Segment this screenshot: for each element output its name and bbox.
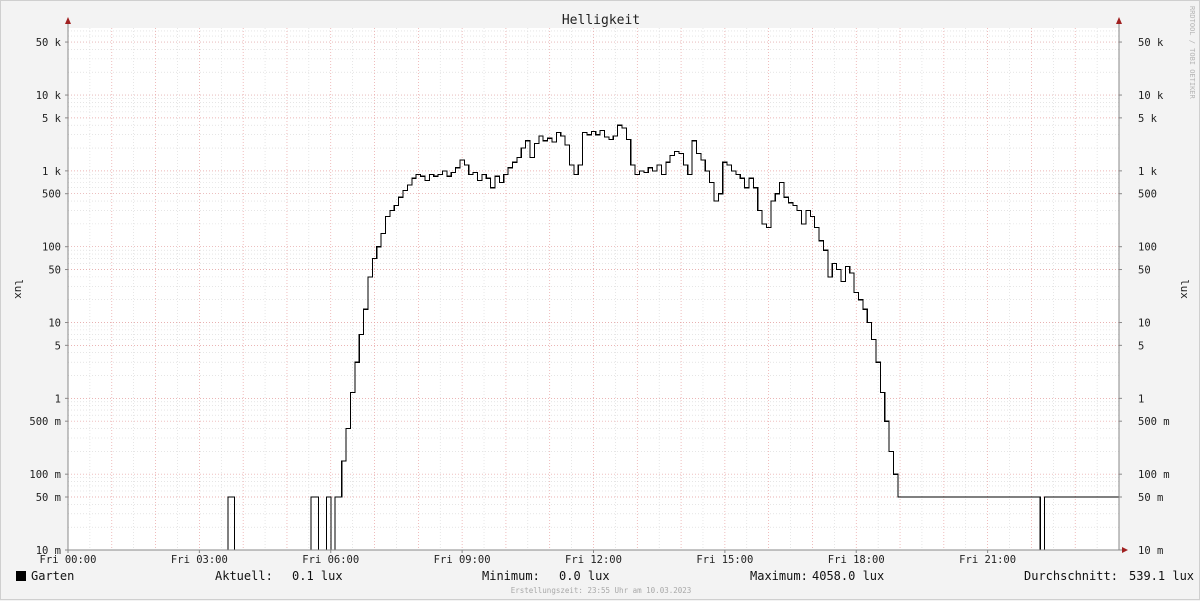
y-tick-label-left: 100 m <box>29 469 61 481</box>
chart: 50 k 50 k10 k 10 k5 k5 k1 k1 k500 500100 100… <box>12 6 1196 595</box>
x-tick-label: Fri 03:00 <box>171 554 228 566</box>
y-tick-label-right: 100 m <box>1138 469 1170 481</box>
chart-title: Helligkeit <box>562 13 640 28</box>
y-tick-label-left: 5 k <box>42 113 62 125</box>
y-tick-label-left: 1 <box>55 393 61 405</box>
y-tick-label-right: 500 m <box>1138 416 1170 428</box>
y-tick-label-right: 10 k <box>1138 90 1164 102</box>
legend-min-label: Minimum: <box>482 569 540 583</box>
y-tick-label-left: 500 m <box>29 416 61 428</box>
legend-current-label: Aktuell: <box>215 569 273 583</box>
y-tick-label-left: 5 <box>55 340 61 352</box>
x-tick-label: Fri 18:00 <box>828 554 885 566</box>
y-tick-label-left: 100 <box>42 242 61 254</box>
y-axis-left-arrow <box>65 17 71 24</box>
x-axis-arrow <box>1122 547 1128 553</box>
y-tick-label-left: 10 <box>48 318 61 330</box>
y-tick-label-left: 500 <box>42 189 61 201</box>
y-axis-label-left: lux <box>12 279 25 299</box>
y-tick-label-left: 1 k <box>42 166 62 178</box>
y-tick-label-right: 100 <box>1138 242 1157 254</box>
x-tick-label: Fri 21:00 <box>959 554 1016 566</box>
y-tick-label-right: 500 <box>1138 189 1157 201</box>
legend-current-value: 0.1 lux <box>292 569 343 583</box>
legend-max-value: 4058.0 lux <box>812 569 884 583</box>
footer-timestamp: Erstellungszeit: 23:55 Uhr am 10.03.2023 <box>511 586 692 595</box>
legend-max-label: Maximum: <box>750 569 808 583</box>
x-tick-label: Fri 00:00 <box>40 554 97 566</box>
y-tick-label-right: 50 k <box>1138 37 1164 49</box>
y-tick-label-right: 50 m <box>1138 492 1163 504</box>
y-tick-label-left: 50 m <box>36 492 61 504</box>
legend-min-value: 0.0 lux <box>559 569 610 583</box>
y-axis-right-arrow <box>1116 17 1122 24</box>
y-tick-label-right: 10 m <box>1138 545 1163 557</box>
x-tick-label: Fri 12:00 <box>565 554 622 566</box>
y-tick-label-right: 1 k <box>1138 166 1158 178</box>
y-tick-label-right: 5 k <box>1138 113 1158 125</box>
legend-avg-label: Durchschnitt: <box>1024 569 1118 583</box>
legend-avg-value: 539.1 lux <box>1129 569 1194 583</box>
y-tick-label-right: 5 <box>1138 340 1144 352</box>
chart-frame: 50 k 50 k 10 k 10 k5 k5 k1 k1 k 500 500 100 100… <box>0 0 1200 600</box>
y-tick-label-left: 50 <box>48 265 61 277</box>
y-tick-label-right: 10 <box>1138 318 1151 330</box>
legend-series-name: Garten <box>31 569 74 583</box>
legend-swatch <box>16 571 26 581</box>
x-tick-label: Fri 15:00 <box>696 554 753 566</box>
rrdtool-watermark: RRDTOOL / TOBI OETIKER <box>1188 6 1196 100</box>
y-tick-label-left: 10 k <box>36 90 62 102</box>
y-tick-label-right: 50 <box>1138 265 1151 277</box>
x-tick-label: Fri 06:00 <box>302 554 359 566</box>
y-tick-label-right: 1 <box>1138 393 1144 405</box>
x-tick-label: Fri 09:00 <box>434 554 491 566</box>
y-axis-label-right: lux <box>1178 279 1191 299</box>
y-tick-label-left: 50 k <box>36 37 62 49</box>
